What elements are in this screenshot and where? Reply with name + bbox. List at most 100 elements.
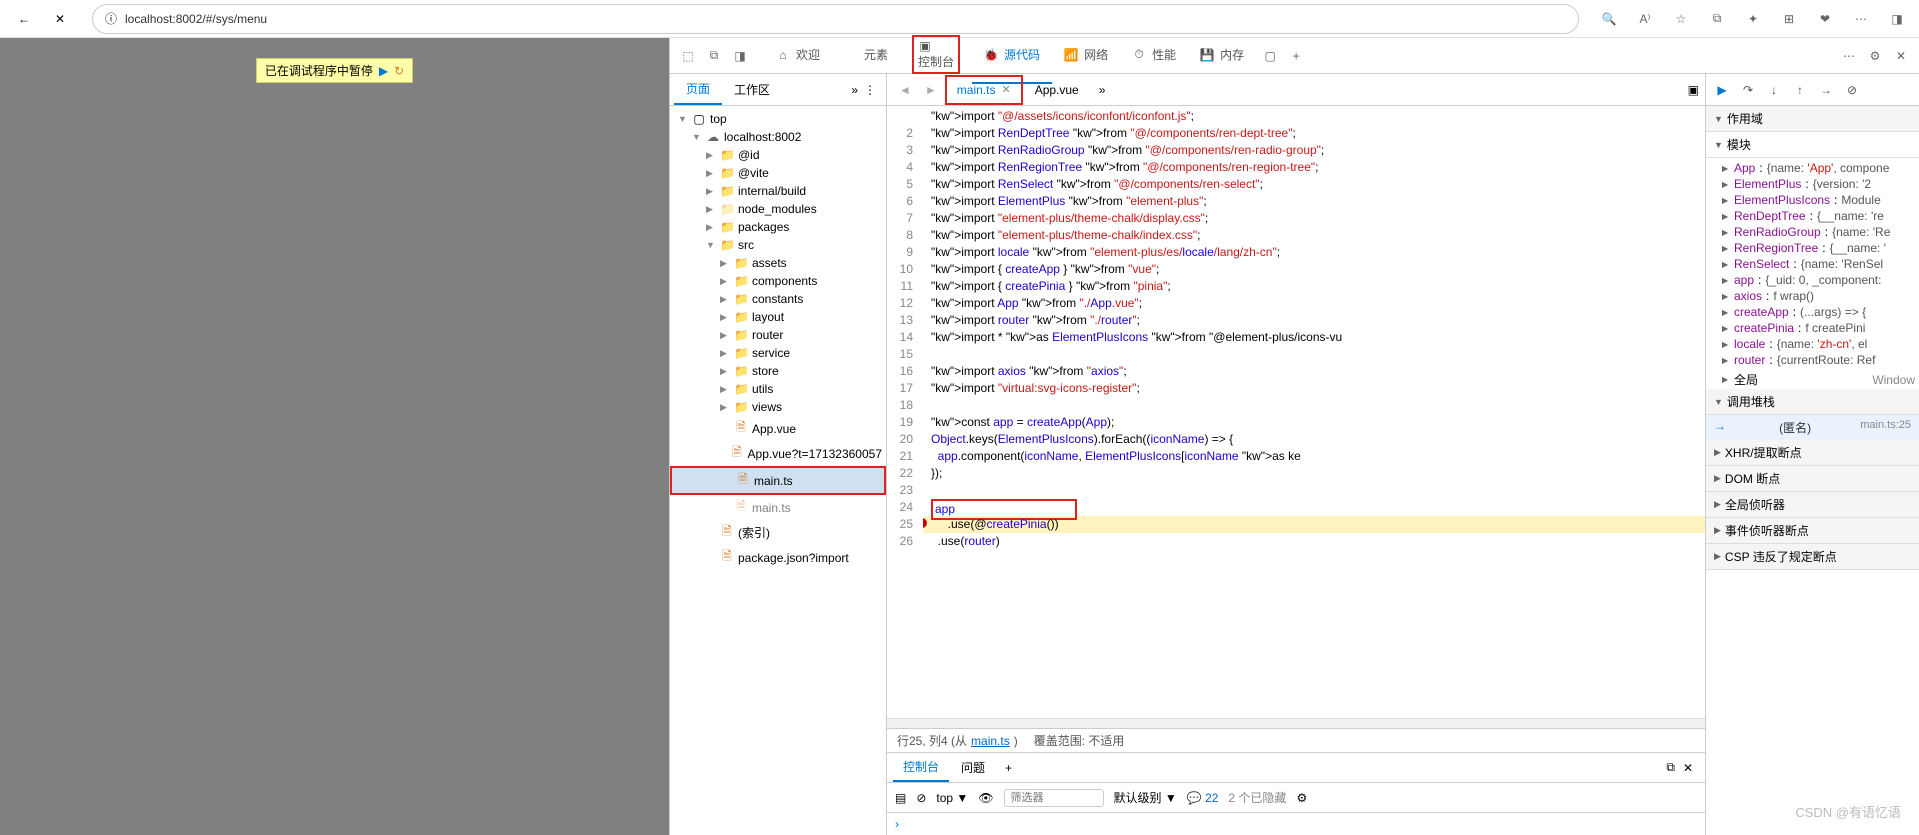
tree-item-main.ts[interactable]: 🗎main.ts <box>670 466 886 495</box>
deactivate-bp-button[interactable]: ⊘ <box>1842 80 1862 100</box>
chevron-icon[interactable]: » <box>851 83 858 97</box>
scope-var-RenSelect[interactable]: ▶RenSelect: {name: 'RenSel <box>1706 256 1919 272</box>
tab-page[interactable]: 页面 <box>674 74 722 105</box>
section-事件侦听器断点[interactable]: ▶事件侦听器断点 <box>1706 518 1919 544</box>
health-icon[interactable]: ❤ <box>1813 7 1837 31</box>
sidebar-toggle-icon[interactable]: ▤ <box>895 791 906 805</box>
step-out-button[interactable]: ↑ <box>1790 80 1810 100</box>
live-expression-icon[interactable]: 👁 <box>978 791 993 805</box>
console-settings-icon[interactable]: ⧉ <box>1666 760 1675 775</box>
add-console-tab[interactable]: + <box>997 761 1020 775</box>
scope-var-createApp[interactable]: ▶createApp: (...args) => { <box>1706 304 1919 320</box>
module-section[interactable]: ▼模块 <box>1706 132 1919 158</box>
tree-item-router[interactable]: ▶📁router <box>670 326 886 344</box>
tree-item-main.ts[interactable]: 🗎main.ts <box>670 495 886 520</box>
scope-var-app[interactable]: ▶app: {_uid: 0, _component: <box>1706 272 1919 288</box>
status-file-link[interactable]: main.ts <box>971 734 1010 748</box>
file-tree[interactable]: ▼▢top▼☁localhost:8002▶📁@id▶📁@vite▶📁inter… <box>670 106 886 835</box>
filter-input[interactable] <box>1004 789 1104 807</box>
back-button[interactable]: ← <box>10 5 38 33</box>
scope-var-axios[interactable]: ▶axios: f wrap() <box>1706 288 1919 304</box>
scope-var-RenRadioGroup[interactable]: ▶RenRadioGroup: {name: 'Re <box>1706 224 1919 240</box>
more-devtools-icon[interactable]: ⋯ <box>1837 44 1861 68</box>
snippets-icon[interactable]: ▣ <box>1688 83 1699 97</box>
callstack-frame[interactable]: (匿名)main.ts:25 <box>1706 415 1919 440</box>
resume-button[interactable]: ▶ <box>1712 80 1732 100</box>
extensions-icon[interactable]: ⊞ <box>1777 7 1801 31</box>
step-button[interactable]: → <box>1816 80 1836 100</box>
scope-var-ElementPlusIcons[interactable]: ▶ElementPlusIcons: Module <box>1706 192 1919 208</box>
tree-item-@id[interactable]: ▶📁@id <box>670 146 886 164</box>
sidebar-icon[interactable]: ◨ <box>1885 7 1909 31</box>
tree-item-package.json?import[interactable]: 🗎package.json?import <box>670 545 886 570</box>
tab-issues[interactable]: 问题 <box>951 754 995 781</box>
console-close-icon[interactable]: ✕ <box>1683 761 1693 775</box>
tree-item-assets[interactable]: ▶📁assets <box>670 254 886 272</box>
code-editor[interactable]: 2345678910111213141516171819202122232425… <box>887 106 1705 718</box>
message-count[interactable]: 💬 22 <box>1187 791 1219 805</box>
tree-item-layout[interactable]: ▶📁layout <box>670 308 886 326</box>
file-tab-App.vue[interactable]: App.vue <box>1025 77 1089 103</box>
scope-var-createPinia[interactable]: ▶createPinia: f createPini <box>1706 320 1919 336</box>
device-icon[interactable]: ⧉ <box>702 44 726 68</box>
step-into-button[interactable]: ↓ <box>1764 80 1784 100</box>
more-tabs-icon[interactable]: » <box>1091 83 1114 97</box>
scope-section[interactable]: ▼作用域 <box>1706 106 1919 132</box>
scope-var-locale[interactable]: ▶locale: {name: 'zh-cn', el <box>1706 336 1919 352</box>
nav-back[interactable]: ◄ <box>893 83 917 97</box>
scrollbar-h[interactable] <box>887 718 1705 728</box>
section-DOM 断点[interactable]: ▶DOM 断点 <box>1706 466 1919 492</box>
tree-item-App.vue?t=17132360057[interactable]: 🗎App.vue?t=17132360057 <box>670 441 886 466</box>
global-scope[interactable]: ▶ 全局 Window <box>1706 370 1919 389</box>
resume-icon[interactable]: ▶ <box>379 64 388 78</box>
section-CSP 违反了规定断点[interactable]: ▶CSP 违反了规定断点 <box>1706 544 1919 570</box>
scope-var-RenDeptTree[interactable]: ▶RenDeptTree: {__name: 're <box>1706 208 1919 224</box>
tree-item-utils[interactable]: ▶📁utils <box>670 380 886 398</box>
tree-item-@vite[interactable]: ▶📁@vite <box>670 164 886 182</box>
read-aloud-icon[interactable]: A⁾ <box>1633 7 1657 31</box>
scope-var-ElementPlus[interactable]: ▶ElementPlus: {version: '2 <box>1706 176 1919 192</box>
tree-item-internal/build[interactable]: ▶📁internal/build <box>670 182 886 200</box>
tree-item-top[interactable]: ▼▢top <box>670 110 886 128</box>
settings-icon[interactable]: ⚙ <box>1863 44 1887 68</box>
more-icon[interactable]: ⋯ <box>1849 7 1873 31</box>
tree-item-localhost:8002[interactable]: ▼☁localhost:8002 <box>670 128 886 146</box>
step-icon[interactable]: ↻ <box>394 64 404 78</box>
nav-fwd[interactable]: ► <box>919 83 943 97</box>
tab-workspace[interactable]: 工作区 <box>722 75 782 104</box>
tree-item-store[interactable]: ▶📁store <box>670 362 886 380</box>
dock-icon[interactable]: ◨ <box>728 44 752 68</box>
tree-item-service[interactable]: ▶📁service <box>670 344 886 362</box>
callstack-section[interactable]: ▼调用堆栈 <box>1706 389 1919 415</box>
close-devtools-icon[interactable]: ✕ <box>1889 44 1913 68</box>
add-tab-icon[interactable]: + <box>1284 44 1308 68</box>
tree-item-node_modules[interactable]: ▶📁node_modules <box>670 200 886 218</box>
tree-item-components[interactable]: ▶📁components <box>670 272 886 290</box>
favorites-icon[interactable]: ✦ <box>1741 7 1765 31</box>
log-level-selector[interactable]: 默认级别 ▼ <box>1114 789 1177 806</box>
collections-icon[interactable]: ⧉ <box>1705 7 1729 31</box>
tree-item-constants[interactable]: ▶📁constants <box>670 290 886 308</box>
app-tab-icon[interactable]: ▢ <box>1258 44 1282 68</box>
tree-item-packages[interactable]: ▶📁packages <box>670 218 886 236</box>
tab-console[interactable]: 控制台 <box>893 753 949 782</box>
tree-item-views[interactable]: ▶📁views <box>670 398 886 416</box>
step-over-button[interactable]: ↷ <box>1738 80 1758 100</box>
star-icon[interactable]: ☆ <box>1669 7 1693 31</box>
section-XHR/提取断点[interactable]: ▶XHR/提取断点 <box>1706 440 1919 466</box>
console-prompt[interactable]: › <box>887 813 1705 835</box>
context-selector[interactable]: top ▼ <box>936 791 968 805</box>
tree-item-(索引)[interactable]: 🗎(索引) <box>670 520 886 545</box>
file-tab-main.ts[interactable]: main.ts ✕ <box>945 75 1023 105</box>
section-全局侦听器[interactable]: ▶全局侦听器 <box>1706 492 1919 518</box>
tree-item-src[interactable]: ▼📁src <box>670 236 886 254</box>
scope-var-RenRegionTree[interactable]: ▶RenRegionTree: {__name: ' <box>1706 240 1919 256</box>
scope-var-router[interactable]: ▶router: {currentRoute: Ref <box>1706 352 1919 368</box>
inspect-icon[interactable]: ⬚ <box>676 44 700 68</box>
scope-var-App[interactable]: ▶App: {name: 'App', compone <box>1706 160 1919 176</box>
tree-item-App.vue[interactable]: 🗎App.vue <box>670 416 886 441</box>
zoom-icon[interactable]: 🔍 <box>1597 7 1621 31</box>
close-button[interactable]: ✕ <box>46 5 74 33</box>
clear-console-icon[interactable]: ⊘ <box>916 791 926 805</box>
more-icon[interactable]: ⋮ <box>864 83 876 97</box>
